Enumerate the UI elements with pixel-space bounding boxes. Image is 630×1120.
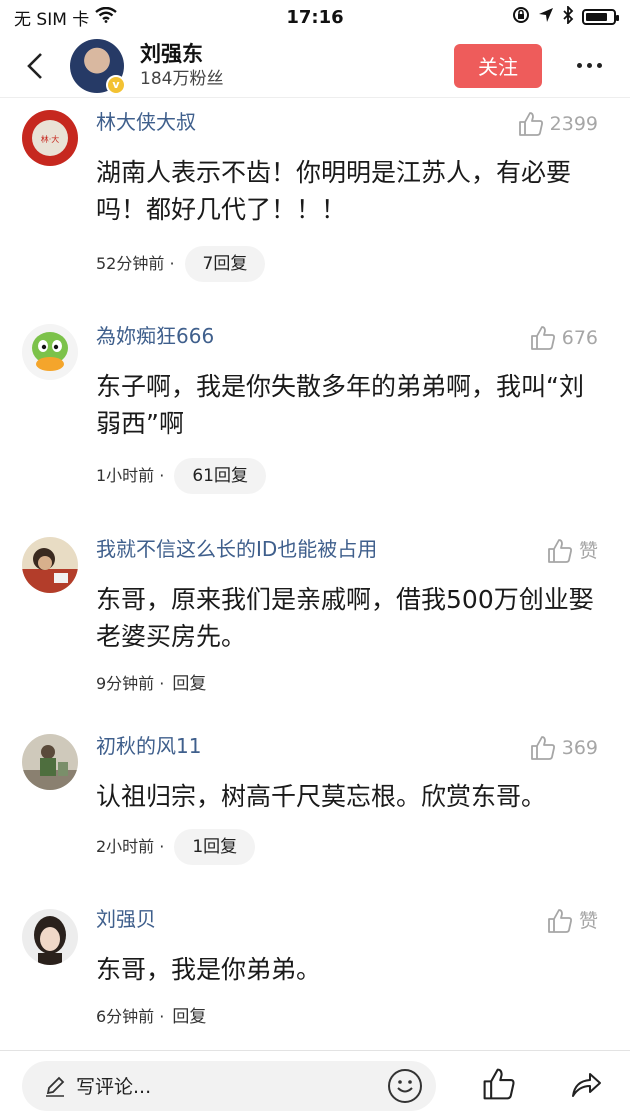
pencil-icon [46,1076,65,1097]
like-button[interactable]: 赞 [547,537,598,565]
like-button[interactable]: 676 [530,324,598,352]
like-count: 369 [561,737,598,759]
comment-text: 认祖归宗，树高千尺莫忘根。欣赏东哥。 [96,782,547,811]
top-nav-bar: v 刘强东 184万粉丝 关注 [0,34,630,98]
comment-username[interactable]: 為妳痴狂666 [96,322,214,350]
comment-meta: 9分钟前 · 回复 [96,666,206,702]
battery-level [586,13,607,21]
comment-meta: 1小时前 · 61回复 [96,458,266,494]
avatar[interactable] [22,909,78,965]
status-time: 17:16 [286,6,344,28]
like-article-button[interactable] [482,1067,516,1105]
comment-time: 52分钟前 · [96,254,175,273]
thumbs-up-icon [530,736,555,760]
more-icon[interactable] [564,44,614,88]
wifi-icon [95,6,118,28]
lock-rotation-icon [512,6,530,29]
comment-time: 2小时前 · [96,837,165,856]
comment-time: 1小时前 · [96,466,165,485]
like-button[interactable]: 2399 [518,110,598,138]
comment-meta: 6分钟前 · 回复 [96,999,206,1035]
status-bar: 无 SIM 卡 17:16 [0,0,630,34]
reply-button[interactable]: 1回复 [174,829,256,865]
reply-button[interactable]: 7回复 [184,246,266,282]
avatar[interactable]: 林·大 [22,110,78,166]
thumbs-up-icon [548,909,572,933]
comment-input[interactable]: 写评论... [22,1060,436,1111]
reply-button[interactable]: 回复 [172,999,206,1035]
thumbs-up-icon [483,1068,515,1099]
location-icon [538,7,554,28]
avatar[interactable] [22,734,78,790]
comment-text: 湖南人表示不齿！你明明是江苏人，有必要吗！都好几代了！！！ [96,158,572,224]
comment-time: 9分钟前 · [96,674,165,693]
bluetooth-icon [562,4,574,29]
like-count: 赞 [578,910,598,932]
profile-avatar[interactable]: v [70,38,126,95]
thumbs-up-icon [548,539,572,563]
carrier-label: 无 SIM 卡 [14,9,90,30]
comment-username[interactable]: 我就不信这么长的ID也能被占用 [96,535,377,563]
svg-text:林·大: 林·大 [41,134,60,144]
comment-meta: 2小时前 · 1回复 [96,829,256,865]
like-count: 赞 [578,540,598,562]
follow-button[interactable]: 关注 [454,43,542,88]
share-icon [572,1072,601,1097]
comment-text: 东哥，原来我们是亲戚啊，借我500万创业娶老婆买房先。 [96,585,594,651]
comment-time: 6分钟前 · [96,1007,165,1026]
thumbs-up-icon [518,112,543,136]
thumbs-up-icon [530,326,555,350]
comment-text: 东子啊，我是你失散多年的弟弟啊，我叫“刘弱西”啊 [96,372,584,438]
like-count: 2399 [549,113,598,135]
emoji-icon[interactable] [388,1068,422,1103]
comment-username[interactable]: 初秋的风11 [96,732,201,760]
share-button[interactable] [570,1069,602,1103]
back-icon [27,52,42,79]
profile-info[interactable]: 刘强东 184万粉丝 [140,41,454,91]
comment-meta: 52分钟前 · 7回复 [96,246,266,282]
comment-text: 东哥，我是你弟弟。 [96,955,322,984]
like-count: 676 [561,327,598,349]
reply-button[interactable]: 61回复 [174,458,266,494]
profile-name: 刘强东 [140,41,203,66]
comment-placeholder: 写评论... [76,1076,152,1098]
reply-button[interactable]: 回复 [172,666,206,702]
avatar[interactable] [22,324,78,380]
comment-username[interactable]: 林大侠大叔 [96,108,196,136]
fans-count: 184万粉丝 [140,68,224,89]
like-button[interactable]: 赞 [547,907,598,935]
verified-badge-icon: v [106,74,126,95]
like-button[interactable]: 369 [530,734,598,762]
back-button[interactable] [0,34,70,98]
avatar[interactable] [22,537,78,593]
battery-icon [582,9,619,25]
bottom-action-bar: 写评论... [0,1050,630,1120]
comment-username[interactable]: 刘强贝 [96,905,156,933]
